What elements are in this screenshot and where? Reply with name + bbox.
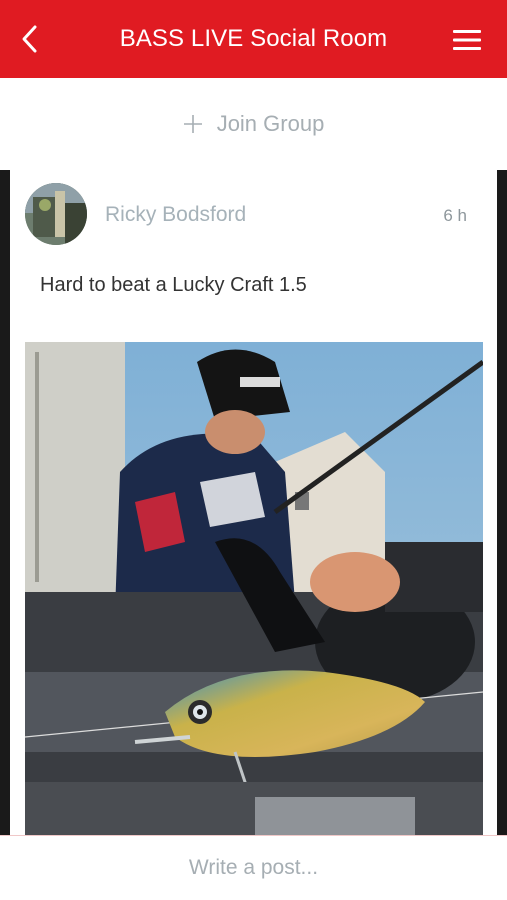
post-composer [0, 835, 507, 900]
write-post-input[interactable] [0, 836, 507, 900]
crankbait-lure-photo [25, 342, 483, 835]
post-card: Ricky Bodsford 6 h Hard to beat a Lucky … [10, 170, 497, 835]
post-text: Hard to beat a Lucky Craft 1.5 [40, 274, 307, 296]
join-group-bar: Join Group [0, 78, 507, 170]
page-title: BASS LIVE Social Room [119, 25, 388, 52]
plus-icon [183, 115, 202, 133]
avatar-image [25, 183, 87, 245]
post-author-name[interactable]: Ricky Bodsford [105, 203, 246, 227]
join-group-label: Join Group [216, 111, 325, 136]
chevron-left-icon [22, 25, 37, 53]
post-feed: Ricky Bodsford 6 h Hard to beat a Lucky … [0, 170, 507, 835]
join-group-button[interactable]: Join Group [183, 111, 325, 137]
back-button[interactable] [8, 16, 52, 62]
post-timestamp: 6 h [443, 206, 467, 225]
avatar[interactable] [25, 183, 87, 245]
menu-button[interactable] [447, 20, 487, 60]
post-image[interactable] [25, 342, 483, 835]
hamburger-menu-icon [453, 30, 481, 50]
app-header: BASS LIVE Social Room [0, 0, 507, 78]
